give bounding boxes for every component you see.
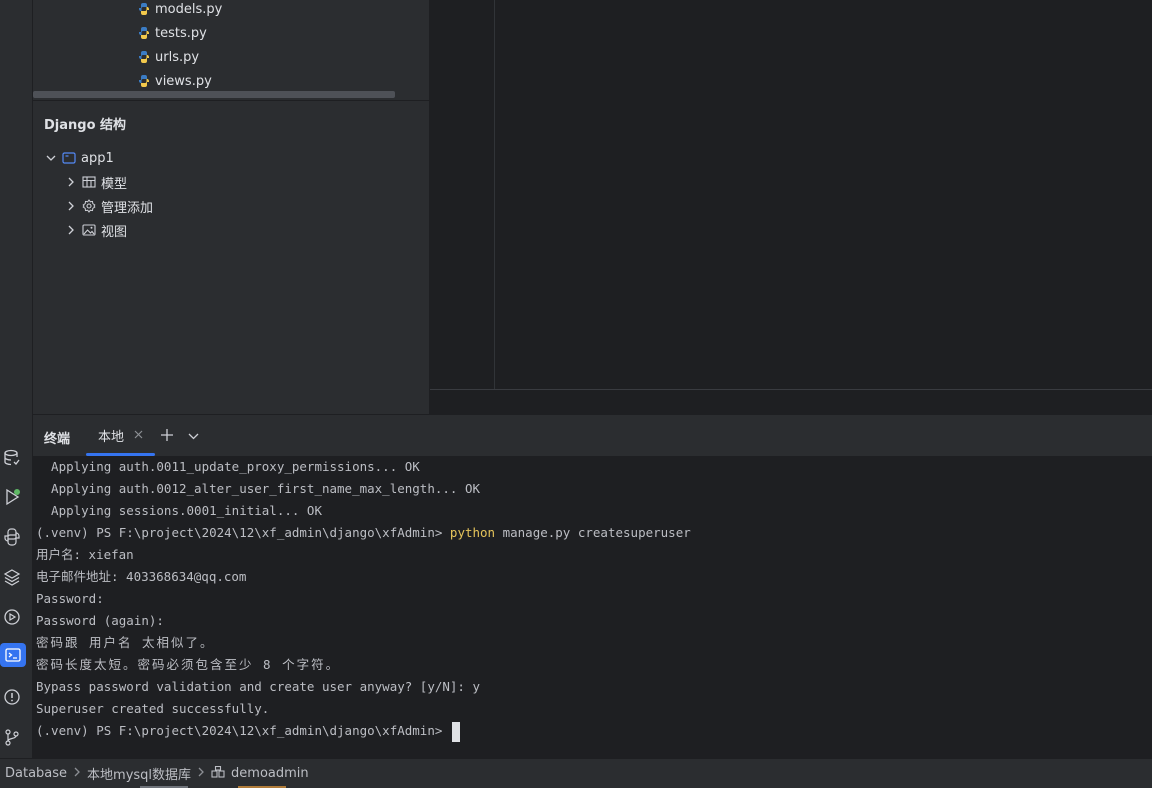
breadcrumb-datasource[interactable]: 本地mysql数据库 (87, 764, 191, 783)
database-icon[interactable] (0, 446, 24, 470)
terminal-header: 终端 本地 (33, 414, 1152, 457)
tree-file-item[interactable]: views.py (137, 71, 212, 91)
file-name: urls.py (155, 49, 200, 65)
tree-node-label: 管理添加 (101, 200, 154, 216)
tree-node-label: 视图 (101, 224, 128, 240)
tree-file-item[interactable]: models.py (137, 0, 222, 19)
project-tree-pane: models.py tests.py urls.py views.py (33, 0, 429, 100)
file-name: views.py (155, 73, 212, 89)
terminal-line: 电子邮件地址: 403368634@qq.com (36, 569, 247, 584)
breadcrumb-schema[interactable]: demoadmin (231, 766, 309, 781)
tree-file-item[interactable]: tests.py (137, 23, 207, 43)
terminal-line: 用户名: xiefan (36, 547, 134, 562)
terminal-output[interactable]: Applying auth.0011_update_proxy_permissi… (33, 456, 1152, 758)
python-console-icon[interactable] (0, 525, 24, 549)
terminal-line: Applying auth.0012_alter_user_first_name… (36, 481, 481, 496)
terminal-title: 终端 (44, 432, 71, 447)
terminal-line: Password (again): (36, 613, 164, 628)
file-name: models.py (155, 1, 223, 17)
gear-icon (82, 199, 96, 213)
tree-node-admin[interactable]: 管理添加 (65, 195, 153, 217)
tool-window-strip (0, 0, 33, 758)
schema-icon (211, 765, 225, 782)
tree-node-app[interactable]: app1 (45, 147, 114, 169)
tree-node-models[interactable]: 模型 (65, 171, 127, 193)
chevron-down-icon[interactable] (45, 152, 57, 164)
terminal-command-line: (.venv) PS F:\project\2024\12\xf_admin\d… (36, 522, 691, 544)
tab-label: 本地 (97, 430, 124, 445)
editor-area[interactable] (430, 0, 1152, 389)
table-icon (82, 176, 96, 188)
breadcrumb-database[interactable]: Database (5, 766, 67, 781)
terminal-line: Password: (36, 591, 104, 606)
chevron-right-icon (73, 766, 81, 781)
chevron-down-icon[interactable] (188, 430, 199, 445)
layers-icon[interactable] (0, 565, 24, 589)
python-file-icon (138, 75, 150, 87)
tab-local[interactable]: 本地 (86, 415, 155, 456)
text-cursor (451, 721, 460, 742)
terminal-icon[interactable] (0, 643, 26, 667)
command-args: manage.py createsuperuser (495, 525, 691, 540)
terminal-line: Applying auth.0011_update_proxy_permissi… (36, 459, 420, 474)
close-icon[interactable] (134, 428, 143, 443)
image-icon (82, 224, 96, 236)
status-bar: Database 本地mysql数据库 demoadmin (0, 758, 1152, 788)
editor-bottom-bar (430, 389, 1152, 414)
python-file-icon (138, 27, 150, 39)
git-icon[interactable] (0, 725, 24, 749)
command-keyword: python (449, 525, 496, 540)
run-icon[interactable] (0, 485, 24, 509)
terminal-prompt: (.venv) PS F:\project\2024\12\xf_admin\d… (36, 723, 450, 738)
tree-node-views[interactable]: 视图 (65, 219, 127, 241)
services-icon[interactable] (0, 605, 24, 629)
terminal-line: 密码长度太短。密码必须包含至少 8 个字符。 (36, 657, 341, 672)
chevron-right-icon[interactable] (65, 224, 77, 236)
plus-icon[interactable] (160, 428, 174, 446)
chevron-right-icon[interactable] (65, 200, 77, 212)
terminal-line: 密码跟 用户名 太相似了。 (36, 635, 215, 650)
terminal-prompt: (.venv) PS F:\project\2024\12\xf_admin\d… (36, 525, 450, 540)
file-name: tests.py (155, 25, 207, 41)
chevron-right-icon[interactable] (65, 176, 77, 188)
terminal-input-line[interactable]: (.venv) PS F:\project\2024\12\xf_admin\d… (36, 720, 460, 742)
chevron-right-icon (197, 766, 205, 781)
problems-icon[interactable] (0, 685, 24, 709)
terminal-line: Superuser created successfully. (36, 701, 270, 716)
python-file-icon (138, 3, 150, 15)
horizontal-scrollbar[interactable] (33, 91, 395, 98)
pane-title: Django 结构 (44, 118, 127, 133)
module-icon (62, 152, 76, 164)
tree-node-label: 模型 (101, 176, 128, 192)
tree-file-item[interactable]: urls.py (137, 47, 199, 67)
django-structure-pane: Django 结构 app1 模型 管理添加 视图 (33, 100, 429, 414)
gutter-divider (494, 0, 495, 389)
terminal-line: Applying sessions.0001_initial... OK (36, 503, 322, 518)
tree-node-label: app1 (81, 150, 114, 166)
python-file-icon (138, 51, 150, 63)
terminal-line: Bypass password validation and create us… (36, 679, 481, 694)
